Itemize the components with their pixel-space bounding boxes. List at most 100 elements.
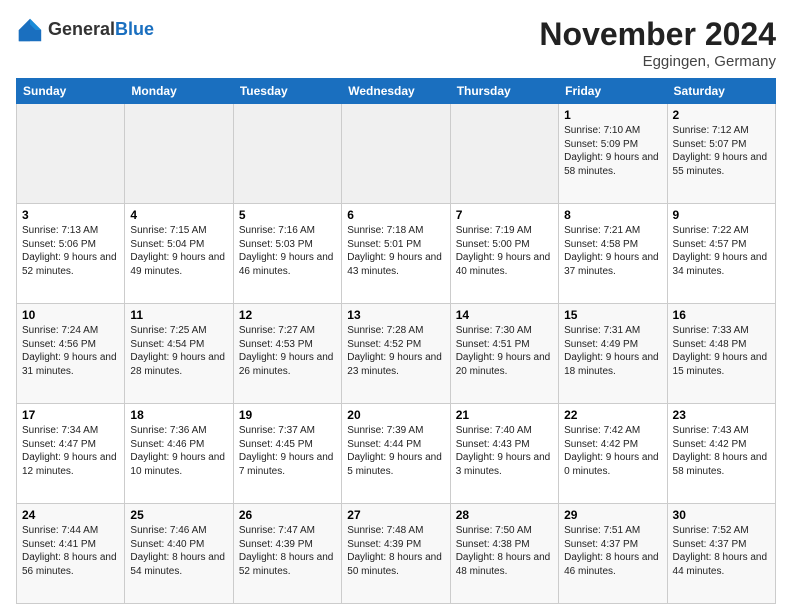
calendar-cell: 12 Sunrise: 7:27 AM Sunset: 4:53 PM Dayli… bbox=[233, 304, 341, 404]
calendar-cell: 15 Sunrise: 7:31 AM Sunset: 4:49 PM Dayli… bbox=[559, 304, 667, 404]
day-number: 4 bbox=[130, 208, 227, 222]
day-number: 1 bbox=[564, 108, 661, 122]
day-info: Sunrise: 7:13 AM Sunset: 5:06 PM Dayligh… bbox=[22, 224, 119, 278]
calendar-cell: 17Sunrise: 7:34 AM Sunset: 4:47 PM Dayli… bbox=[17, 404, 125, 504]
calendar-cell: 6 Sunrise: 7:18 AM Sunset: 5:01 PM Daylig… bbox=[342, 204, 450, 304]
weekday-header-saturday: Saturday bbox=[667, 79, 775, 104]
day-info: Sunrise: 7:25 AM Sunset: 4:54 PM Dayligh… bbox=[130, 324, 227, 378]
weekday-header-tuesday: Tuesday bbox=[233, 79, 341, 104]
calendar-cell: 24Sunrise: 7:44 AM Sunset: 4:41 PM Dayli… bbox=[17, 504, 125, 604]
day-number: 9 bbox=[673, 208, 770, 222]
calendar-cell bbox=[17, 104, 125, 204]
calendar-cell bbox=[125, 104, 233, 204]
day-number: 7 bbox=[456, 208, 553, 222]
day-number: 11 bbox=[130, 308, 227, 322]
calendar-cell: 9 Sunrise: 7:22 AM Sunset: 4:57 PM Daylig… bbox=[667, 204, 775, 304]
day-info: Sunrise: 7:18 AM Sunset: 5:01 PM Dayligh… bbox=[347, 224, 444, 278]
calendar-cell: 23 Sunrise: 7:43 AM Sunset: 4:42 PM Dayli… bbox=[667, 404, 775, 504]
day-info: Sunrise: 7:27 AM Sunset: 4:53 PM Dayligh… bbox=[239, 324, 336, 378]
calendar-cell: 22 Sunrise: 7:42 AM Sunset: 4:42 PM Dayli… bbox=[559, 404, 667, 504]
calendar-cell: 10 Sunrise: 7:24 AM Sunset: 4:56 PM Dayli… bbox=[17, 304, 125, 404]
calendar-cell bbox=[233, 104, 341, 204]
day-info: Sunrise: 7:24 AM Sunset: 4:56 PM Dayligh… bbox=[22, 324, 119, 378]
weekday-header-monday: Monday bbox=[125, 79, 233, 104]
logo: GeneralBlue bbox=[16, 16, 154, 44]
day-number: 22 bbox=[564, 408, 661, 422]
day-info: Sunrise: 7:33 AM Sunset: 4:48 PM Dayligh… bbox=[673, 324, 770, 378]
day-number: 3 bbox=[22, 208, 119, 222]
day-info: Sunrise: 7:44 AM Sunset: 4:41 PM Dayligh… bbox=[22, 524, 119, 578]
day-info: Sunrise: 7:51 AM Sunset: 4:37 PM Dayligh… bbox=[564, 524, 661, 578]
day-number: 10 bbox=[22, 308, 119, 322]
calendar-cell: 20Sunrise: 7:39 AM Sunset: 4:44 PM Dayli… bbox=[342, 404, 450, 504]
day-number: 12 bbox=[239, 308, 336, 322]
day-number: 19 bbox=[239, 408, 336, 422]
weekday-header-friday: Friday bbox=[559, 79, 667, 104]
calendar-cell bbox=[342, 104, 450, 204]
day-number: 15 bbox=[564, 308, 661, 322]
day-info: Sunrise: 7:12 AM Sunset: 5:07 PM Dayligh… bbox=[673, 124, 770, 178]
day-info: Sunrise: 7:28 AM Sunset: 4:52 PM Dayligh… bbox=[347, 324, 444, 378]
day-number: 26 bbox=[239, 508, 336, 522]
day-number: 13 bbox=[347, 308, 444, 322]
day-info: Sunrise: 7:42 AM Sunset: 4:42 PM Dayligh… bbox=[564, 424, 661, 478]
calendar-cell: 4Sunrise: 7:15 AM Sunset: 5:04 PM Daylig… bbox=[125, 204, 233, 304]
calendar-cell: 14Sunrise: 7:30 AM Sunset: 4:51 PM Dayli… bbox=[450, 304, 558, 404]
day-number: 8 bbox=[564, 208, 661, 222]
calendar-cell: 28 Sunrise: 7:50 AM Sunset: 4:38 PM Dayli… bbox=[450, 504, 558, 604]
day-info: Sunrise: 7:47 AM Sunset: 4:39 PM Dayligh… bbox=[239, 524, 336, 578]
calendar-cell: 8 Sunrise: 7:21 AM Sunset: 4:58 PM Daylig… bbox=[559, 204, 667, 304]
calendar-cell: 1 Sunrise: 7:10 AM Sunset: 5:09 PM Daylig… bbox=[559, 104, 667, 204]
calendar-cell: 25Sunrise: 7:46 AM Sunset: 4:40 PM Dayli… bbox=[125, 504, 233, 604]
calendar-cell: 26 Sunrise: 7:47 AM Sunset: 4:39 PM Dayli… bbox=[233, 504, 341, 604]
day-number: 30 bbox=[673, 508, 770, 522]
day-number: 28 bbox=[456, 508, 553, 522]
calendar-cell: 7 Sunrise: 7:19 AM Sunset: 5:00 PM Daylig… bbox=[450, 204, 558, 304]
day-number: 21 bbox=[456, 408, 553, 422]
title-block: November 2024 Eggingen, Germany bbox=[539, 16, 776, 70]
day-number: 20 bbox=[347, 408, 444, 422]
day-number: 14 bbox=[456, 308, 553, 322]
day-info: Sunrise: 7:43 AM Sunset: 4:42 PM Dayligh… bbox=[673, 424, 770, 478]
calendar: SundayMondayTuesdayWednesdayThursdayFrid… bbox=[16, 78, 776, 604]
day-info: Sunrise: 7:21 AM Sunset: 4:58 PM Dayligh… bbox=[564, 224, 661, 278]
month-title: November 2024 bbox=[539, 16, 776, 53]
calendar-cell: 16Sunrise: 7:33 AM Sunset: 4:48 PM Dayli… bbox=[667, 304, 775, 404]
calendar-cell: 18Sunrise: 7:36 AM Sunset: 4:46 PM Dayli… bbox=[125, 404, 233, 504]
day-number: 17 bbox=[22, 408, 119, 422]
calendar-cell: 11 Sunrise: 7:25 AM Sunset: 4:54 PM Dayli… bbox=[125, 304, 233, 404]
logo-icon bbox=[16, 16, 44, 44]
weekday-header-wednesday: Wednesday bbox=[342, 79, 450, 104]
calendar-cell: 19 Sunrise: 7:37 AM Sunset: 4:45 PM Dayli… bbox=[233, 404, 341, 504]
calendar-cell bbox=[450, 104, 558, 204]
calendar-cell: 13 Sunrise: 7:28 AM Sunset: 4:52 PM Dayli… bbox=[342, 304, 450, 404]
day-info: Sunrise: 7:50 AM Sunset: 4:38 PM Dayligh… bbox=[456, 524, 553, 578]
day-info: Sunrise: 7:48 AM Sunset: 4:39 PM Dayligh… bbox=[347, 524, 444, 578]
day-number: 25 bbox=[130, 508, 227, 522]
day-number: 29 bbox=[564, 508, 661, 522]
weekday-header-thursday: Thursday bbox=[450, 79, 558, 104]
day-number: 5 bbox=[239, 208, 336, 222]
day-number: 18 bbox=[130, 408, 227, 422]
day-number: 23 bbox=[673, 408, 770, 422]
calendar-cell: 29 Sunrise: 7:51 AM Sunset: 4:37 PM Dayli… bbox=[559, 504, 667, 604]
day-info: Sunrise: 7:16 AM Sunset: 5:03 PM Dayligh… bbox=[239, 224, 336, 278]
calendar-cell: 30 Sunrise: 7:52 AM Sunset: 4:37 PM Dayli… bbox=[667, 504, 775, 604]
day-info: Sunrise: 7:10 AM Sunset: 5:09 PM Dayligh… bbox=[564, 124, 661, 178]
location: Eggingen, Germany bbox=[539, 53, 776, 70]
logo-text: GeneralBlue bbox=[48, 20, 154, 40]
header: GeneralBlue November 2024 Eggingen, Germ… bbox=[16, 16, 776, 70]
day-info: Sunrise: 7:52 AM Sunset: 4:37 PM Dayligh… bbox=[673, 524, 770, 578]
day-number: 6 bbox=[347, 208, 444, 222]
calendar-cell: 3 Sunrise: 7:13 AM Sunset: 5:06 PM Daylig… bbox=[17, 204, 125, 304]
calendar-cell: 2 Sunrise: 7:12 AM Sunset: 5:07 PM Daylig… bbox=[667, 104, 775, 204]
day-info: Sunrise: 7:19 AM Sunset: 5:00 PM Dayligh… bbox=[456, 224, 553, 278]
calendar-cell: 21 Sunrise: 7:40 AM Sunset: 4:43 PM Dayli… bbox=[450, 404, 558, 504]
day-number: 27 bbox=[347, 508, 444, 522]
calendar-cell: 5 Sunrise: 7:16 AM Sunset: 5:03 PM Daylig… bbox=[233, 204, 341, 304]
day-number: 2 bbox=[673, 108, 770, 122]
day-info: Sunrise: 7:37 AM Sunset: 4:45 PM Dayligh… bbox=[239, 424, 336, 478]
day-info: Sunrise: 7:40 AM Sunset: 4:43 PM Dayligh… bbox=[456, 424, 553, 478]
day-info: Sunrise: 7:31 AM Sunset: 4:49 PM Dayligh… bbox=[564, 324, 661, 378]
day-info: Sunrise: 7:22 AM Sunset: 4:57 PM Dayligh… bbox=[673, 224, 770, 278]
